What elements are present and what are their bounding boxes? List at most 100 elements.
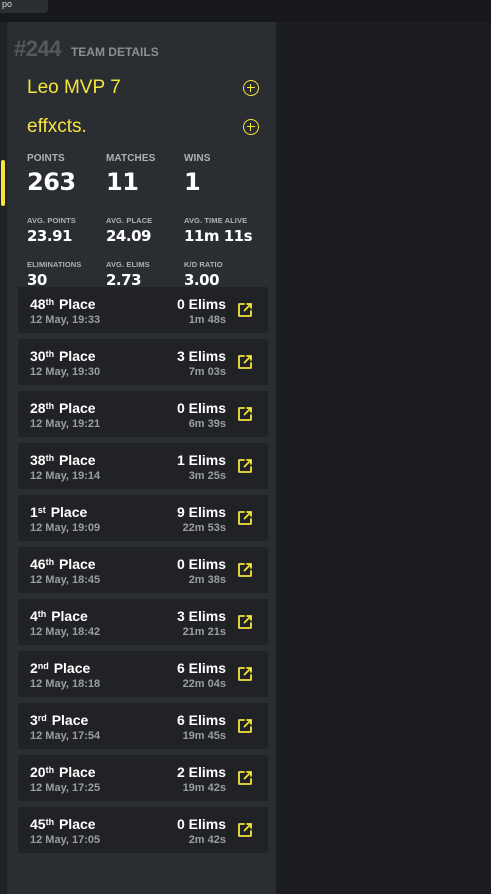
member-row: Leo MVP 7 (27, 77, 259, 99)
match-timestamp: 12 May, 17:05 (30, 834, 101, 846)
stat-label: WINS (184, 153, 211, 164)
match-place-word: Place (58, 452, 96, 468)
match-history-list: 48th Place 12 May, 19:33 0 Elims 1m 48s 30 th… (18, 287, 268, 859)
top-tab[interactable]: po (0, 0, 48, 13)
stat-label: AVG. ELIMS (106, 260, 150, 269)
match-row[interactable]: 38th Place 12 May, 19:14 1 Elims 3m 25s (18, 443, 268, 489)
stat-value: 24.09 (106, 227, 151, 245)
match-time-alive: 19m 45s (182, 730, 226, 742)
match-elims: 3 Elims (176, 608, 226, 624)
match-elims: 0 Elims (176, 296, 226, 312)
panel-title: TEAM DETAILS (70, 45, 159, 59)
match-elims: 3 Elims (176, 348, 226, 364)
external-link-icon[interactable] (236, 301, 254, 319)
match-row[interactable]: 30th Place 12 May, 19:30 3 Elims 7m 03s (18, 339, 268, 385)
match-timestamp: 12 May, 18:45 (30, 574, 101, 586)
match-timestamp: 12 May, 19:33 (30, 314, 101, 326)
stat-label: AVG. PLACE (106, 216, 153, 225)
match-place-suffix: rd (37, 713, 47, 723)
match-timestamp: 12 May, 19:09 (30, 522, 101, 534)
match-place-suffix: st (37, 505, 46, 515)
match-timestamp: 12 May, 18:42 (30, 626, 101, 638)
stat-avg-time-alive: AVG. TIME ALIVE 11m 11s (184, 216, 253, 245)
stat-points: POINTS 263 (27, 153, 76, 196)
match-time-alive: 2m 42s (188, 834, 226, 846)
match-place-number: 45 (30, 816, 46, 832)
stat-kd-ratio: K/D RATIO 3.00 (184, 260, 223, 289)
external-link-icon[interactable] (236, 509, 254, 527)
match-row[interactable]: 45th Place 12 May, 17:05 0 Elims 2m 42s (18, 807, 268, 853)
match-row[interactable]: 20th Place 12 May, 17:25 2 Elims 19m 42s (18, 755, 268, 801)
match-place-suffix: th (45, 765, 55, 775)
stat-avg-place: AVG. PLACE 24.09 (106, 216, 152, 245)
match-timestamp: 12 May, 19:30 (30, 366, 101, 378)
match-place: 2nd Place (30, 660, 90, 676)
match-place-word: Place (51, 712, 89, 728)
match-elims: 1 Elims (176, 452, 226, 468)
match-place-number: 2 (30, 660, 38, 676)
member-row: effxcts. (27, 116, 259, 138)
stat-label: AVG. POINTS (27, 216, 76, 225)
active-indicator (1, 160, 5, 206)
match-row[interactable]: 28th Place 12 May, 19:21 0 Elims 6m 39s (18, 391, 268, 437)
stat-label: ELIMINATIONS (27, 260, 82, 269)
match-place-suffix: th (37, 609, 47, 619)
match-row[interactable]: 4th Place 12 May, 18:42 3 Elims 21m 21s (18, 599, 268, 645)
stat-eliminations: ELIMINATIONS 30 (27, 260, 81, 289)
external-link-icon[interactable] (236, 613, 254, 631)
match-row[interactable]: 1st Place 12 May, 19:09 9 Elims 22m 53s (18, 495, 268, 541)
match-place-number: 38 (30, 452, 46, 468)
match-row[interactable]: 46th Place 12 May, 18:45 0 Elims 2m 38s (18, 547, 268, 593)
stat-label: K/D RATIO (184, 260, 223, 269)
match-time-alive: 22m 04s (182, 678, 226, 690)
match-place-word: Place (58, 400, 96, 416)
match-place: 28th Place (30, 400, 96, 416)
stat-label: POINTS (27, 153, 65, 164)
match-place: 1st Place (30, 504, 87, 520)
match-place-word: Place (51, 608, 88, 624)
match-place-number: 4 (30, 608, 38, 624)
match-timestamp: 12 May, 19:21 (30, 418, 101, 430)
stat-value: 11m 11s (184, 227, 253, 245)
match-elims: 9 Elims (176, 504, 226, 520)
external-link-icon[interactable] (236, 405, 254, 423)
match-place: 4th Place (30, 608, 88, 624)
external-link-icon[interactable] (236, 353, 254, 371)
match-place: 46th Place (30, 556, 96, 572)
match-row[interactable]: 3rd Place 12 May, 17:54 6 Elims 19m 45s (18, 703, 268, 749)
external-link-icon[interactable] (236, 769, 254, 787)
match-place-word: Place (50, 504, 88, 520)
stat-avg-points: AVG. POINTS 23.91 (27, 216, 76, 245)
member-name[interactable]: effxcts. (27, 116, 87, 138)
match-time-alive: 22m 53s (182, 522, 226, 534)
plus-circle-icon[interactable] (243, 119, 259, 135)
match-place: 20th Place (30, 764, 96, 780)
external-link-icon[interactable] (236, 821, 254, 839)
match-place-suffix: th (45, 453, 55, 463)
stat-label: AVG. TIME ALIVE (184, 216, 248, 225)
app-page: po #244 TEAM DETAILS Leo MVP 7 effxcts. … (0, 0, 491, 894)
external-link-icon[interactable] (236, 561, 254, 579)
match-time-alive: 7m 03s (188, 366, 226, 378)
match-row[interactable]: 2nd Place 12 May, 18:18 6 Elims 22m 04s (18, 651, 268, 697)
external-link-icon[interactable] (236, 457, 254, 475)
match-row[interactable]: 48th Place 12 May, 19:33 0 Elims 1m 48s (18, 287, 268, 333)
match-elims: 0 Elims (176, 400, 226, 416)
match-time-alive: 1m 48s (188, 314, 226, 326)
external-link-icon[interactable] (236, 665, 254, 683)
match-time-alive: 6m 39s (188, 418, 226, 430)
match-elims: 0 Elims (176, 556, 226, 572)
external-link-icon[interactable] (236, 717, 254, 735)
match-place: 45th Place (30, 816, 96, 832)
member-name[interactable]: Leo MVP 7 (27, 77, 121, 99)
plus-circle-icon[interactable] (243, 80, 259, 96)
match-place-number: 30 (30, 348, 46, 364)
match-elims: 2 Elims (176, 764, 226, 780)
match-time-alive: 2m 38s (188, 574, 226, 586)
stat-label: MATCHES (106, 153, 156, 164)
match-place-suffix: th (45, 557, 55, 567)
match-place-number: 1 (30, 504, 38, 520)
match-place: 48th Place (30, 296, 96, 312)
team-number: #244 (14, 36, 61, 61)
stat-value: 263 (27, 168, 76, 196)
